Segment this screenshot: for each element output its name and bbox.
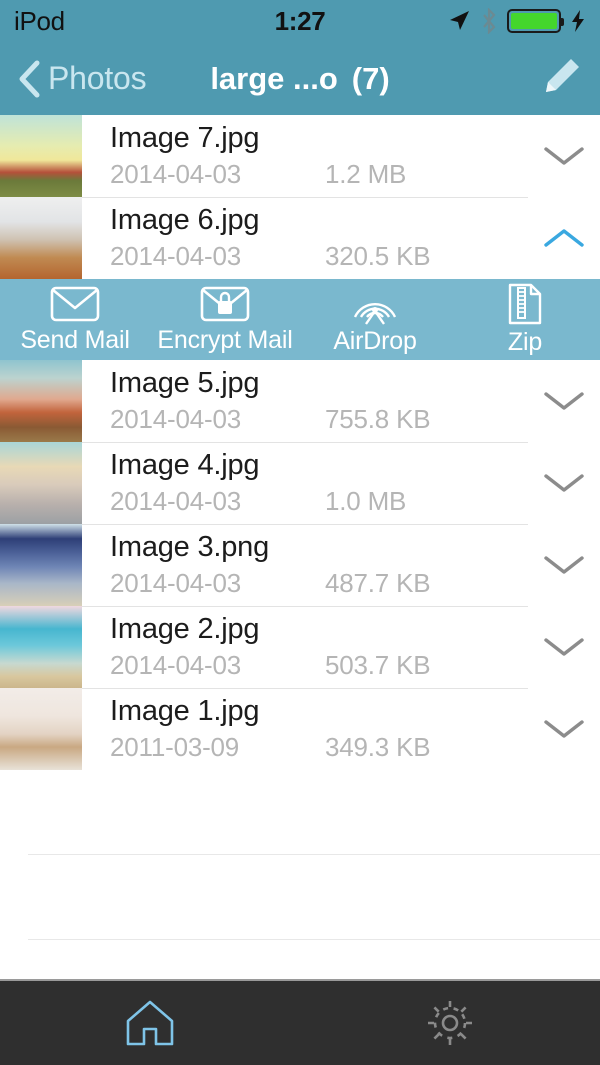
file-name: Image 6.jpg: [110, 203, 260, 236]
app-screen: iPod 1:27 Photos large ...o (7) Image 7.…: [0, 0, 600, 1065]
file-size: 1.2 MB: [325, 159, 407, 190]
file-name: Image 7.jpg: [110, 121, 260, 154]
table-row[interactable]: Image 6.jpg 2014-04-03 320.5 KB: [0, 197, 600, 279]
expand-toggle[interactable]: [528, 360, 600, 442]
file-size: 487.7 KB: [325, 568, 431, 599]
back-button[interactable]: Photos: [16, 59, 147, 99]
file-name: Image 4.jpg: [110, 448, 260, 481]
file-thumbnail: [0, 115, 82, 197]
collapse-toggle[interactable]: [528, 197, 600, 279]
chevron-down-icon: [544, 474, 584, 492]
file-size: 349.3 KB: [325, 732, 431, 763]
share-action-bar: Send Mail Encrypt Mail AirDrop Zip: [0, 279, 600, 360]
file-size: 1.0 MB: [325, 486, 407, 517]
page-title-text: large ...o: [210, 60, 338, 96]
status-icons: [447, 8, 586, 34]
zip-action[interactable]: Zip: [450, 282, 600, 357]
file-size: 755.8 KB: [325, 404, 431, 435]
file-date: 2014-04-03: [110, 159, 241, 190]
item-count: (7): [351, 60, 390, 96]
expand-toggle[interactable]: [528, 688, 600, 770]
airdrop-icon: [353, 303, 397, 325]
file-thumbnail: [0, 442, 82, 524]
empty-row: [0, 855, 600, 940]
envelope-icon: [50, 286, 100, 322]
empty-rows: [0, 770, 600, 940]
send-mail-action[interactable]: Send Mail: [0, 284, 150, 355]
table-row[interactable]: Image 1.jpg 2011-03-09 349.3 KB: [0, 688, 600, 770]
file-thumbnail: [0, 197, 82, 279]
file-date: 2014-04-03: [110, 486, 241, 517]
zip-file-icon: [508, 283, 542, 325]
expand-toggle[interactable]: [528, 524, 600, 606]
back-button-label: Photos: [48, 60, 147, 96]
empty-row: [0, 770, 600, 855]
file-meta: Image 4.jpg 2014-04-03 1.0 MB: [82, 442, 528, 524]
file-name: Image 1.jpg: [110, 694, 260, 727]
file-date: 2014-04-03: [110, 241, 241, 272]
file-size: 320.5 KB: [325, 241, 431, 272]
navigation-bar: Photos large ...o (7): [0, 42, 600, 115]
file-meta: Image 2.jpg 2014-04-03 503.7 KB: [82, 606, 528, 688]
file-meta: Image 6.jpg 2014-04-03 320.5 KB: [82, 197, 528, 279]
table-row[interactable]: Image 7.jpg 2014-04-03 1.2 MB: [0, 115, 600, 197]
table-row[interactable]: Image 5.jpg 2014-04-03 755.8 KB: [0, 360, 600, 442]
chevron-down-icon: [544, 147, 584, 165]
tab-settings[interactable]: [300, 997, 600, 1049]
edit-button[interactable]: [538, 53, 584, 104]
chevron-down-icon: [544, 392, 584, 410]
chevron-up-icon: [544, 229, 584, 247]
envelope-lock-icon: [200, 286, 250, 322]
file-meta: Image 3.png 2014-04-03 487.7 KB: [82, 524, 528, 606]
airdrop-action[interactable]: AirDrop: [300, 283, 450, 356]
expand-toggle[interactable]: [528, 606, 600, 688]
table-row[interactable]: Image 4.jpg 2014-04-03 1.0 MB: [0, 442, 600, 524]
send-mail-label: Send Mail: [20, 326, 130, 354]
file-thumbnail: [0, 606, 82, 688]
expand-toggle[interactable]: [528, 115, 600, 197]
pencil-icon: [546, 59, 579, 92]
home-icon: [126, 1000, 174, 1046]
file-thumbnail: [0, 688, 82, 770]
file-name: Image 3.png: [110, 530, 270, 563]
gear-icon: [428, 1001, 472, 1045]
file-thumbnail: [0, 524, 82, 606]
file-date: 2014-04-03: [110, 404, 241, 435]
table-row[interactable]: Image 3.png 2014-04-03 487.7 KB: [0, 524, 600, 606]
expand-toggle[interactable]: [528, 442, 600, 524]
encrypt-mail-label: Encrypt Mail: [157, 326, 293, 354]
file-size: 503.7 KB: [325, 650, 431, 681]
airdrop-label: AirDrop: [333, 327, 417, 355]
file-meta: Image 5.jpg 2014-04-03 755.8 KB: [82, 360, 528, 442]
file-thumbnail: [0, 360, 82, 442]
table-row[interactable]: Image 2.jpg 2014-04-03 503.7 KB: [0, 606, 600, 688]
chevron-left-icon: [19, 60, 40, 97]
file-name: Image 2.jpg: [110, 612, 260, 645]
tab-home[interactable]: [0, 997, 300, 1049]
location-arrow-icon: [450, 11, 469, 30]
file-date: 2011-03-09: [110, 732, 240, 763]
chevron-down-icon: [544, 556, 584, 574]
file-meta: Image 1.jpg 2011-03-09 349.3 KB: [82, 688, 528, 770]
file-date: 2014-04-03: [110, 568, 241, 599]
chevron-down-icon: [544, 720, 584, 738]
file-name: Image 5.jpg: [110, 366, 260, 399]
file-date: 2014-04-03: [110, 650, 241, 681]
encrypt-mail-action[interactable]: Encrypt Mail: [150, 284, 300, 355]
bluetooth-icon: [483, 8, 496, 34]
zip-label: Zip: [507, 328, 543, 356]
file-list: Image 7.jpg 2014-04-03 1.2 MB Image 6.jp…: [0, 115, 600, 770]
status-bar: iPod 1:27: [0, 0, 600, 42]
chevron-down-icon: [544, 638, 584, 656]
tab-bar: [0, 979, 600, 1065]
battery-icon: [507, 9, 564, 33]
charging-bolt-icon: [572, 10, 584, 32]
file-meta: Image 7.jpg 2014-04-03 1.2 MB: [82, 115, 528, 197]
